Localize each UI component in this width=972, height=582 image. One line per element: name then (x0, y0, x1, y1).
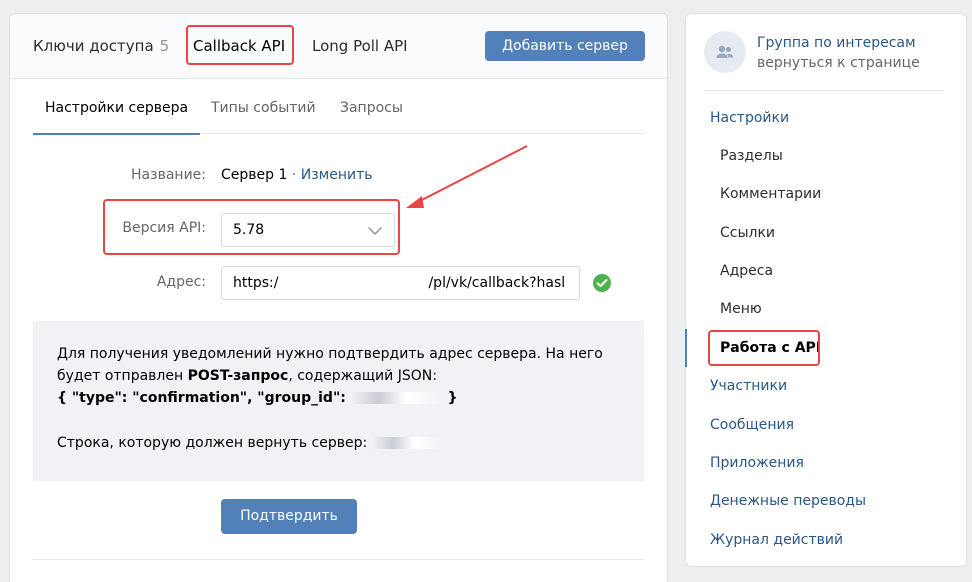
side-menu-card: Группа по интересам вернуться к странице… (685, 13, 967, 567)
group-id-redacted (350, 392, 443, 404)
confirmation-info: Для получения уведомлений нужно подтверд… (33, 321, 644, 481)
tab-access-keys-count: 5 (159, 37, 170, 55)
sidebar-item-menu[interactable]: Меню (686, 290, 966, 328)
sidebar-item-sections[interactable]: Разделы (686, 137, 966, 175)
address-input[interactable]: https:/ /pl/vk/callback?hasl (221, 266, 580, 300)
name-value: Сервер 1 (221, 167, 288, 183)
sidebar-item-apps[interactable]: Приложения (686, 444, 966, 482)
check-circle-icon (592, 273, 612, 297)
highlight-api-menu-item (708, 330, 820, 366)
subtab-requests[interactable]: Запросы (340, 80, 403, 134)
sidebar-item-addresses[interactable]: Адреса (686, 252, 966, 290)
annotation-arrow (406, 145, 528, 208)
sidebar-item-comments[interactable]: Комментарии (686, 175, 966, 213)
highlight-callback-api (186, 25, 294, 65)
info-line-2: будет отправлен POST-запрос, содержащий … (57, 365, 437, 387)
back-to-page-link[interactable]: вернуться к странице (757, 55, 920, 71)
add-server-button[interactable]: Добавить сервер (485, 31, 645, 61)
tab-long-poll-api-label: Long Poll API (312, 37, 408, 55)
divider (33, 559, 644, 560)
info-json: { "type": "confirmation", "group_id": } (57, 387, 458, 409)
info-line-1: Для получения уведомлений нужно подтверд… (57, 346, 603, 362)
sidebar-item-settings[interactable]: Настройки (686, 99, 966, 137)
info-line-2-post: , содержащий JSON: (288, 368, 437, 384)
group-header[interactable]: Группа по интересам вернуться к странице (686, 14, 966, 92)
api-version-value: 5.78 (233, 222, 265, 238)
tab-access-keys[interactable]: Ключи доступа 5 (33, 14, 169, 78)
api-version-label: Версия API: (122, 220, 206, 236)
address-prefix: https:/ (233, 275, 279, 291)
name-separator: · (287, 167, 301, 183)
response-string-redacted (371, 437, 442, 449)
api-version-select[interactable]: 5.78 (221, 213, 395, 247)
tab-access-keys-label: Ключи доступа (33, 37, 154, 55)
group-title: Группа по интересам (757, 35, 916, 51)
sidebar-item-members[interactable]: Участники (686, 367, 966, 405)
sidebar-item-money-transfers[interactable]: Денежные переводы (686, 482, 966, 520)
address-value: https:/ /pl/vk/callback?hasl (233, 267, 565, 299)
info-json-end: } (442, 390, 458, 406)
sidebar-item-messages[interactable]: Сообщения (686, 406, 966, 444)
divider (704, 90, 944, 91)
group-avatar-icon (704, 31, 746, 73)
subtab-server-settings[interactable]: Настройки сервера (32, 80, 201, 135)
chevron-down-icon (367, 223, 383, 239)
info-line-4: Строка, которую должен вернуть сервер: (57, 432, 442, 454)
info-json-start: { "type": "confirmation", "group_id": (57, 390, 351, 406)
address-suffix: /pl/vk/callback?hasl (428, 275, 566, 291)
edit-name-link[interactable]: Изменить (301, 167, 373, 183)
tab-long-poll-api[interactable]: Long Poll API (312, 14, 408, 78)
address-label: Адрес: (156, 274, 206, 290)
info-post-request: POST-запрос (187, 368, 289, 384)
name-label: Название: (131, 167, 206, 183)
info-response-label: Строка, которую должен вернуть сервер: (57, 435, 372, 451)
sidebar-item-links[interactable]: Ссылки (686, 214, 966, 252)
sub-tabs: Настройки сервера Типы событий Запросы (32, 80, 644, 135)
sidebar-item-action-log[interactable]: Журнал действий (686, 521, 966, 559)
confirm-button[interactable]: Подтвердить (221, 499, 357, 534)
main-card: Ключи доступа 5 Callback API Long Poll AP… (9, 13, 668, 582)
info-line-2-pre: будет отправлен (57, 368, 188, 384)
subtab-event-types[interactable]: Типы событий (211, 80, 316, 134)
name-row: Сервер 1 · Изменить (221, 167, 373, 183)
top-tabs: Ключи доступа 5 Callback API Long Poll AP… (10, 14, 667, 79)
